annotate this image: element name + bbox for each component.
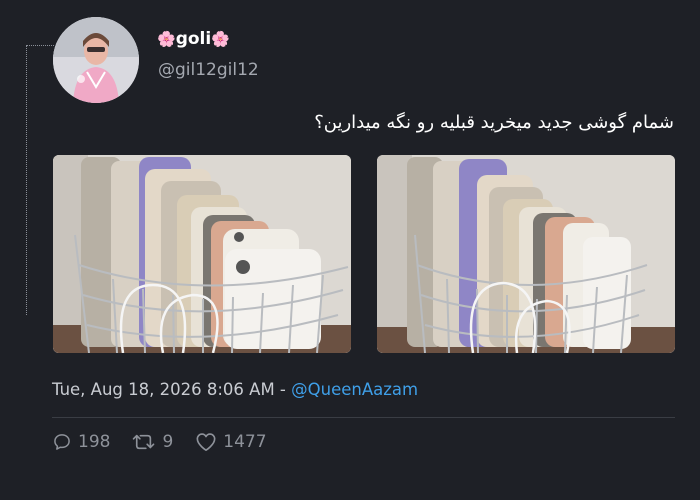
thread-line — [26, 45, 28, 315]
heart-icon — [196, 433, 216, 451]
reply-stat[interactable]: 198 — [52, 432, 110, 452]
timestamp-separator: - — [274, 380, 292, 399]
display-name[interactable]: 🌸goli🌸 — [157, 28, 230, 50]
like-stat[interactable]: 1477 — [195, 432, 267, 452]
tweet-timestamp[interactable]: Tue, Aug 18, 2026 8:06 AM — [52, 380, 275, 399]
tweet-card: 🌸goli🌸 @gil12gil12 شمام گوشی جدید میخرید… — [0, 0, 700, 500]
tweet-stats: 198 9 1477 — [52, 430, 289, 454]
tweet-photo-1[interactable] — [53, 155, 351, 353]
avatar[interactable] — [53, 17, 139, 103]
mention-link[interactable]: @QueenAazam — [291, 380, 418, 399]
divider — [52, 417, 675, 418]
tweet-text: شمام گوشی جدید میخرید قبلیه رو نگه میدار… — [314, 112, 674, 133]
flower-emoji-icon: 🌸 — [211, 30, 230, 48]
reply-icon — [54, 434, 70, 450]
tweet-timestamp-row: Tue, Aug 18, 2026 8:06 AM - @QueenAazam — [52, 378, 418, 402]
thread-connector — [26, 45, 54, 47]
user-handle[interactable]: @gil12gil12 — [158, 59, 259, 81]
retweet-icon — [133, 434, 155, 450]
like-count: 1477 — [223, 432, 267, 452]
tweet-photo-2[interactable] — [377, 155, 675, 353]
flower-emoji-icon: 🌸 — [157, 30, 176, 48]
retweet-stat[interactable]: 9 — [132, 432, 173, 452]
retweet-count: 9 — [162, 432, 174, 452]
reply-count: 198 — [78, 432, 111, 452]
display-name-text: goli — [175, 29, 212, 49]
